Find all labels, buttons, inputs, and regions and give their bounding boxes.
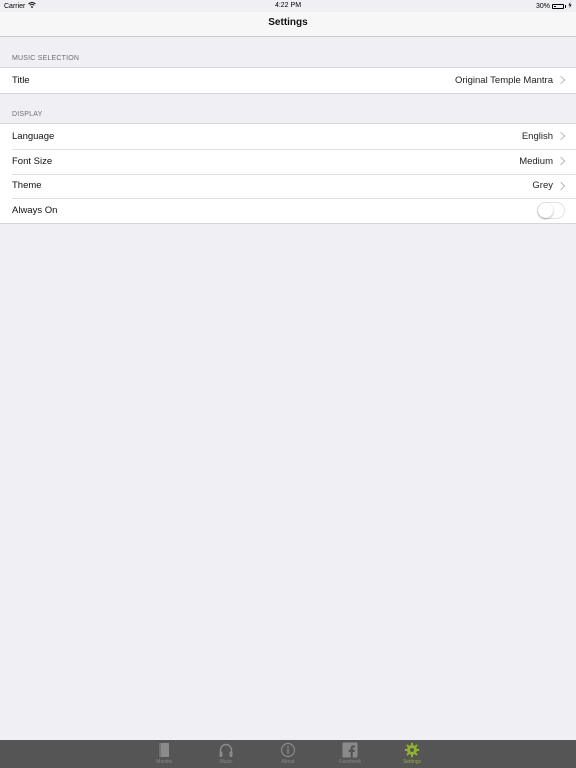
section-header-display: DISPLAY xyxy=(12,111,43,118)
tab-label: Facebook xyxy=(339,759,361,765)
book-icon xyxy=(154,742,174,758)
tab-facebook[interactable]: Facebook xyxy=(319,740,381,768)
row-label-theme: Theme xyxy=(12,180,42,192)
tab-mantra[interactable]: Mantra xyxy=(133,740,195,768)
display-group: Language English Font Size Medium Theme … xyxy=(0,123,576,224)
row-label-title: Title xyxy=(12,74,30,86)
row-value-title: Original Temple Mantra xyxy=(454,74,553,86)
settings-row-theme[interactable]: Theme Grey xyxy=(0,173,576,199)
gear-icon xyxy=(402,742,422,758)
chevron-right-icon xyxy=(556,156,566,166)
settings-row-font-size[interactable]: Font Size Medium xyxy=(0,148,576,174)
tab-about[interactable]: About xyxy=(257,740,319,768)
status-bar: Carrier 4:22 PM 30% xyxy=(0,0,576,12)
tab-bar: Mantra Music About Facebook Settings xyxy=(0,740,576,768)
settings-row-always-on: Always On xyxy=(0,198,576,223)
chevron-right-icon xyxy=(556,181,566,191)
charging-icon xyxy=(568,2,572,10)
battery-tip xyxy=(565,4,566,8)
navigation-bar: Settings xyxy=(0,12,576,37)
section-header-music-selection: MUSIC SELECTION xyxy=(12,55,80,62)
status-right: 30% xyxy=(536,2,572,10)
tab-label: Settings xyxy=(402,759,422,765)
settings-row-language[interactable]: Language English xyxy=(0,124,576,149)
row-label-font-size: Font Size xyxy=(12,155,53,167)
battery-percent: 30% xyxy=(535,2,550,10)
chevron-right-icon xyxy=(556,76,566,85)
battery-fill xyxy=(554,5,556,7)
facebook-icon xyxy=(340,742,360,758)
tab-music[interactable]: Music xyxy=(195,740,257,768)
always-on-toggle[interactable] xyxy=(537,202,565,220)
tab-label: Music xyxy=(219,759,233,765)
battery-icon xyxy=(552,3,564,9)
tab-settings[interactable]: Settings xyxy=(381,740,443,768)
info-icon xyxy=(278,742,298,758)
row-label-always-on: Always On xyxy=(12,205,58,217)
music-selection-group: Title Original Temple Mantra xyxy=(0,67,576,94)
page-title: Settings xyxy=(268,17,308,28)
settings-row-title[interactable]: Title Original Temple Mantra xyxy=(0,68,576,93)
chevron-right-icon xyxy=(556,132,566,141)
tab-label: About xyxy=(281,759,295,765)
status-time: 4:22 PM xyxy=(274,2,302,9)
row-value-language: English xyxy=(521,130,553,142)
row-value-theme: Grey xyxy=(532,180,553,192)
row-value-font-size: Medium xyxy=(519,155,553,167)
headphones-icon xyxy=(216,742,236,758)
row-label-language: Language xyxy=(12,130,55,142)
tab-label: Mantra xyxy=(156,759,172,765)
toggle-knob xyxy=(538,203,553,219)
